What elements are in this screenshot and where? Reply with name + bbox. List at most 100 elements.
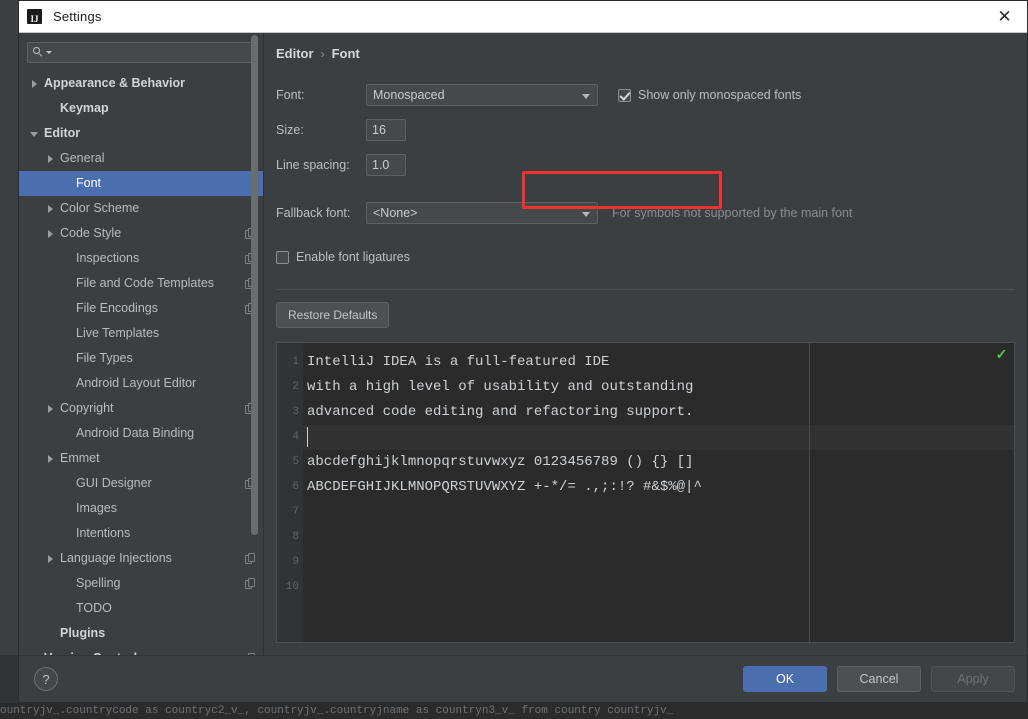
sidebar-item-file-types[interactable]: File Types [19, 346, 264, 371]
ok-button[interactable]: OK [743, 666, 827, 692]
breadcrumb-separator-icon: › [321, 47, 325, 61]
sidebar-item-android-data-binding[interactable]: Android Data Binding [19, 421, 264, 446]
chevron-down-icon[interactable] [29, 128, 41, 140]
preview-line-numbers: 12345678910 [277, 343, 303, 642]
sidebar-item-label: File and Code Templates [76, 277, 214, 290]
tree-spacer [61, 428, 73, 440]
sidebar-item-label: Android Layout Editor [76, 377, 196, 390]
sidebar-item-label: Keymap [60, 102, 109, 115]
sidebar-item-color-scheme[interactable]: Color Scheme [19, 196, 264, 221]
sidebar-item-label: GUI Designer [76, 477, 152, 490]
font-preview-editor[interactable]: 12345678910 IntelliJ IDEA is a full-feat… [276, 342, 1015, 643]
sidebar-item-language-injections[interactable]: Language Injections [19, 546, 264, 571]
restore-defaults-button[interactable]: Restore Defaults [276, 302, 389, 328]
sidebar-item-copyright[interactable]: Copyright [19, 396, 264, 421]
chevron-right-icon[interactable] [45, 153, 57, 165]
tree-spacer [61, 278, 73, 290]
tree-spacer [61, 328, 73, 340]
cancel-button[interactable]: Cancel [837, 666, 921, 692]
sidebar-item-plugins[interactable]: Plugins [19, 621, 264, 646]
chevron-right-icon[interactable] [45, 203, 57, 215]
dialog-body: Appearance & BehaviorKeymapEditorGeneral… [19, 33, 1027, 655]
show-monospaced-row[interactable]: Show only monospaced fonts [618, 88, 801, 102]
tree-spacer [61, 378, 73, 390]
chevron-right-icon[interactable] [45, 453, 57, 465]
green-check-icon: ✓ [995, 348, 1008, 361]
dialog-titlebar: IJ Settings ✕ [19, 1, 1027, 33]
sidebar-item-label: Inspections [76, 252, 139, 265]
apply-button: Apply [931, 666, 1015, 692]
sidebar-item-label: Plugins [60, 627, 105, 640]
line-spacing-label: Line spacing: [276, 158, 366, 172]
help-button[interactable]: ? [34, 667, 58, 691]
line-spacing-input[interactable]: 1.0 [366, 154, 406, 176]
copy-settings-icon[interactable] [245, 553, 256, 565]
chevron-down-icon [46, 51, 52, 54]
font-size-input[interactable]: 16 [366, 119, 406, 141]
sidebar-item-appearance-behavior[interactable]: Appearance & Behavior [19, 71, 264, 96]
sidebar-item-images[interactable]: Images [19, 496, 264, 521]
preview-code-line [303, 550, 1014, 575]
tree-spacer [61, 603, 73, 615]
breadcrumb: Editor › Font [264, 33, 1027, 61]
fallback-font-select[interactable]: <None> [366, 202, 598, 224]
chevron-right-icon[interactable] [45, 403, 57, 415]
preview-code-line: IntelliJ IDEA is a full-featured IDE [303, 350, 1014, 375]
tree-spacer [45, 103, 57, 115]
preview-line-number: 8 [277, 525, 299, 550]
preview-code-line: ABCDEFGHIJKLMNOPQRSTUVWXYZ +-*/= .,;:!? … [303, 475, 1014, 500]
preview-code-line: advanced code editing and refactoring su… [303, 400, 1014, 425]
sidebar-item-font[interactable]: Font [19, 171, 264, 196]
sidebar-item-todo[interactable]: TODO [19, 596, 264, 621]
sidebar-item-gui-designer[interactable]: GUI Designer [19, 471, 264, 496]
close-icon[interactable]: ✕ [982, 1, 1027, 32]
preview-code-area[interactable]: IntelliJ IDEA is a full-featured IDEwith… [303, 343, 1014, 642]
tree-spacer [61, 353, 73, 365]
enable-ligatures-checkbox[interactable] [276, 251, 289, 264]
breadcrumb-parent[interactable]: Editor [276, 46, 314, 61]
intellij-idea-icon: IJ [27, 9, 43, 25]
background-code-text: ountryjv_.countrycode as countryc2_v_, c… [0, 703, 1028, 719]
settings-main-panel: Editor › Font Font: Monospaced Show only… [264, 33, 1027, 655]
sidebar-item-label: Color Scheme [60, 202, 139, 215]
sidebar-item-keymap[interactable]: Keymap [19, 96, 264, 121]
sidebar-item-label: File Types [76, 352, 133, 365]
sidebar-item-label: Appearance & Behavior [44, 77, 185, 90]
sidebar-item-spelling[interactable]: Spelling [19, 571, 264, 596]
sidebar-item-label: Font [76, 177, 101, 190]
chevron-down-icon [582, 94, 590, 99]
sidebar-item-intentions[interactable]: Intentions [19, 521, 264, 546]
dialog-footer: ? OK Cancel Apply [19, 655, 1027, 702]
tree-spacer [61, 478, 73, 490]
search-box[interactable] [27, 42, 256, 63]
sidebar-item-label: Language Injections [60, 552, 172, 565]
tree-spacer [61, 578, 73, 590]
search-input[interactable] [56, 46, 250, 60]
sidebar-item-emmet[interactable]: Emmet [19, 446, 264, 471]
sidebar-item-label: Intentions [76, 527, 130, 540]
preview-right-margin-line [809, 343, 810, 642]
sidebar-item-label: Spelling [76, 577, 120, 590]
show-monospaced-checkbox[interactable] [618, 89, 631, 102]
sidebar-item-inspections[interactable]: Inspections [19, 246, 264, 271]
sidebar-item-android-layout-editor[interactable]: Android Layout Editor [19, 371, 264, 396]
chevron-right-icon[interactable] [29, 78, 41, 90]
sidebar-item-file-encodings[interactable]: File Encodings [19, 296, 264, 321]
chevron-right-icon[interactable] [45, 228, 57, 240]
fallback-font-value: <None> [373, 206, 417, 220]
ligatures-checkbox-row[interactable]: Enable font ligatures [276, 250, 410, 264]
chevron-right-icon[interactable] [45, 553, 57, 565]
sidebar-item-version-control[interactable]: Version Control [19, 646, 264, 655]
sidebar-item-code-style[interactable]: Code Style [19, 221, 264, 246]
sidebar-item-editor[interactable]: Editor [19, 121, 264, 146]
font-family-select[interactable]: Monospaced [366, 84, 598, 106]
sidebar-item-file-and-code-templates[interactable]: File and Code Templates [19, 271, 264, 296]
font-row: Font: Monospaced Show only monospaced fo… [276, 81, 1027, 109]
copy-settings-icon[interactable] [245, 578, 256, 590]
sidebar-item-label: File Encodings [76, 302, 158, 315]
sidebar-item-label: Emmet [60, 452, 100, 465]
dialog-title: Settings [53, 9, 102, 24]
sidebar-item-live-templates[interactable]: Live Templates [19, 321, 264, 346]
sidebar-item-general[interactable]: General [19, 146, 264, 171]
sidebar-scrollbar[interactable] [251, 35, 258, 535]
